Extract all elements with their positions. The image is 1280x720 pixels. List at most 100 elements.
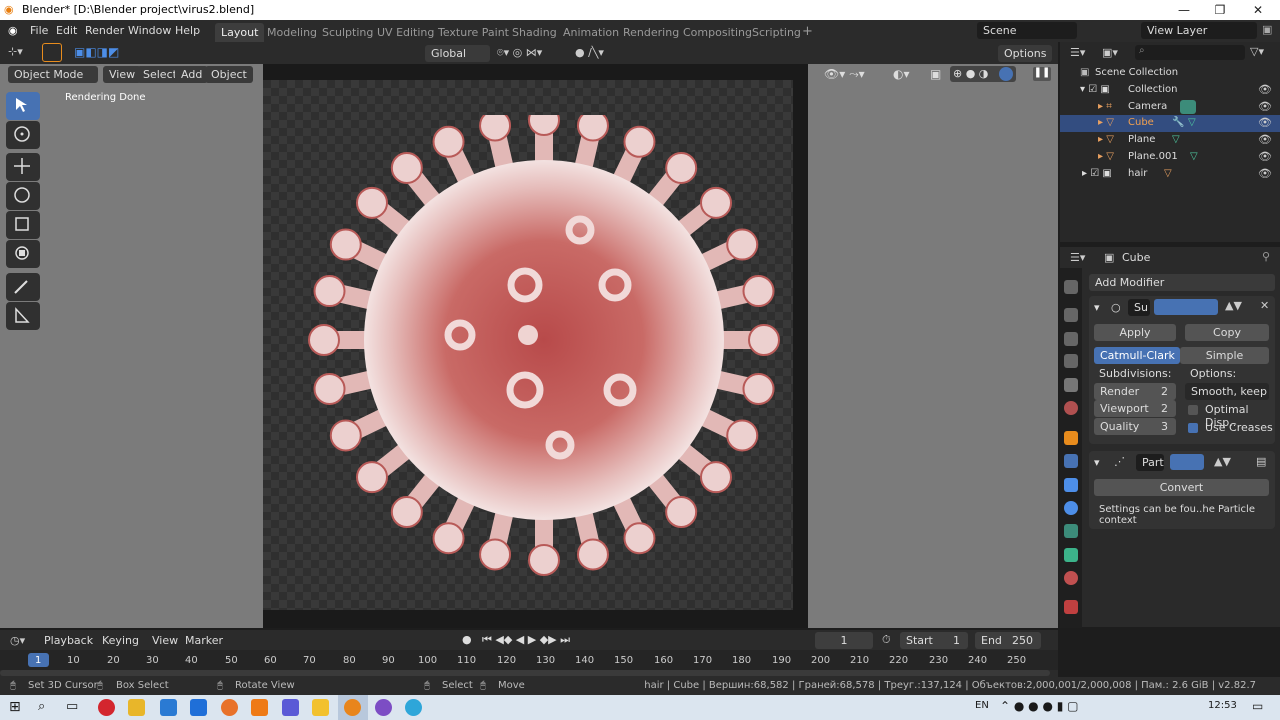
menu-file[interactable]: File xyxy=(30,24,48,37)
tab-layout[interactable]: Layout xyxy=(215,23,265,42)
simple-button[interactable]: Simple xyxy=(1180,347,1269,364)
render-tab-icon[interactable] xyxy=(1064,308,1078,322)
timeline-editor-icon[interactable]: ◷▾ xyxy=(10,634,25,647)
outliner-item-plane[interactable]: ▸ ▽ Plane ▽ 👁 xyxy=(1060,132,1280,149)
add-workspace-icon[interactable]: + xyxy=(802,24,813,39)
modifier-name-field[interactable]: Su xyxy=(1128,299,1150,316)
move-up-down-icons[interactable]: ▲▼ xyxy=(1225,299,1242,312)
output-tab-icon[interactable] xyxy=(1064,332,1078,346)
pivot-icons[interactable]: ⌾▾ ◎ ⋈▾ xyxy=(497,46,542,60)
particles-tab-icon[interactable] xyxy=(1064,478,1078,492)
firefox-icon[interactable] xyxy=(221,699,238,716)
view-layer-tab-icon[interactable] xyxy=(1064,354,1078,368)
xray-icon[interactable]: ▣ xyxy=(930,67,941,81)
windows-start-icon[interactable]: ⊞ xyxy=(9,699,21,715)
tab-uv-editing[interactable]: UV Editing xyxy=(371,23,440,42)
world-tab-icon[interactable] xyxy=(1064,401,1078,415)
eye-icon[interactable]: 👁 xyxy=(1258,133,1272,146)
move-tool[interactable] xyxy=(6,153,40,181)
outliner-item-collection[interactable]: ▾ ☑ ▣ Collection 👁 xyxy=(1060,82,1280,99)
eye-icon[interactable]: 👁 xyxy=(1258,116,1272,129)
telegram-icon[interactable] xyxy=(405,699,422,716)
viewport-menu-add[interactable]: Add xyxy=(175,66,209,83)
viewport-levels-field[interactable]: Viewport 2 xyxy=(1094,400,1176,417)
store-icon[interactable] xyxy=(160,699,177,716)
timeline-menu-keying[interactable]: Keying xyxy=(102,634,139,647)
search-icon[interactable]: ⌕ xyxy=(38,699,45,714)
view-layer-remove-icon[interactable]: ▣ xyxy=(1262,23,1272,36)
shading-mode-icons[interactable]: ⊕ ● ◑ xyxy=(953,67,988,80)
tab-shading[interactable]: Shading xyxy=(506,23,563,42)
texture-tab-icon[interactable] xyxy=(1064,600,1078,614)
menu-window[interactable]: Window xyxy=(128,24,171,37)
select-mode-icons[interactable]: ▣◧◨◩ xyxy=(74,45,119,59)
mail-icon[interactable] xyxy=(190,699,207,716)
file-explorer-icon[interactable] xyxy=(128,699,145,716)
annotate-tool[interactable] xyxy=(6,273,40,301)
rotate-tool[interactable] xyxy=(6,182,40,210)
select-tool-icon[interactable] xyxy=(42,43,62,62)
menu-render[interactable]: Render xyxy=(85,24,124,37)
close-button[interactable]: ✕ xyxy=(1240,0,1276,20)
menu-edit[interactable]: Edit xyxy=(56,24,77,37)
opera-icon[interactable] xyxy=(98,699,115,716)
tab-rendering[interactable]: Rendering xyxy=(617,23,685,42)
filter-icon[interactable]: ▽▾ xyxy=(1250,45,1264,58)
data-tab-icon[interactable] xyxy=(1064,548,1078,562)
collapse-icon[interactable]: ▾ xyxy=(1094,456,1100,469)
scale-tool[interactable] xyxy=(6,211,40,239)
pause-render-icon[interactable]: ❚❚ xyxy=(1033,67,1051,81)
modifier-visibility-toggles[interactable] xyxy=(1154,299,1218,315)
modifier-tab-icon[interactable] xyxy=(1064,454,1078,468)
outliner-search-input[interactable]: ⌕ xyxy=(1135,45,1245,60)
task-view-icon[interactable]: ▭ xyxy=(66,699,78,714)
tab-modeling[interactable]: Modeling xyxy=(261,23,323,42)
add-modifier-dropdown[interactable]: Add Modifier xyxy=(1089,274,1275,291)
proportional-edit-icons[interactable]: ● ∕╲▾ xyxy=(575,46,604,59)
record-icon[interactable]: ● xyxy=(462,633,472,646)
menu-help[interactable]: Help xyxy=(175,24,200,37)
orientation-dropdown[interactable]: Global xyxy=(425,45,490,62)
tab-animation[interactable]: Animation xyxy=(557,23,625,42)
object-tab-icon[interactable] xyxy=(1064,431,1078,445)
minimize-button[interactable]: — xyxy=(1166,0,1202,20)
playback-controls[interactable]: ⏮ ◀◆ ◀ ▶ ◆▶ ⏭ xyxy=(482,633,570,647)
copy-button[interactable]: Copy xyxy=(1185,324,1269,341)
viber-icon[interactable] xyxy=(375,699,392,716)
viewport-visibility-icons[interactable]: 👁▾ ⤳▾ xyxy=(824,67,865,82)
notifications-icon[interactable]: ▭ xyxy=(1252,699,1263,713)
catmull-clark-button[interactable]: Catmull-Clark xyxy=(1094,347,1180,364)
tab-scripting[interactable]: Scripting xyxy=(746,23,807,42)
tool-tab-icon[interactable] xyxy=(1064,280,1078,294)
timeline-menu-marker[interactable]: Marker xyxy=(185,634,223,647)
outliner-display-icon[interactable]: ▣▾ xyxy=(1102,46,1118,59)
outliner-item-plane-001[interactable]: ▸ ▽ Plane.001 ▽ 👁 xyxy=(1060,149,1280,166)
physics-tab-icon[interactable] xyxy=(1064,501,1078,515)
outliner-item-camera[interactable]: ▸ ⌗ Camera 👁 xyxy=(1060,99,1280,116)
stopwatch-icon[interactable]: ⏱ xyxy=(882,633,891,647)
eye-icon[interactable]: 👁 xyxy=(1258,83,1272,96)
timeline-menu-playback[interactable]: Playback xyxy=(44,634,93,647)
cursor-tool[interactable] xyxy=(6,121,40,149)
eye-icon[interactable]: 👁 xyxy=(1258,100,1272,113)
scene-tab-icon[interactable] xyxy=(1064,378,1078,392)
viewport-menu-view[interactable]: View xyxy=(103,66,142,83)
quality-field[interactable]: Quality 3 xyxy=(1094,418,1176,435)
tab-sculpting[interactable]: Sculpting xyxy=(316,23,379,42)
options-dropdown[interactable]: Options xyxy=(998,45,1052,62)
constraints-tab-icon[interactable] xyxy=(1064,524,1078,538)
editor-type-icon[interactable]: ⊹▾ xyxy=(8,45,23,58)
object-mode-dropdown[interactable]: Object Mode xyxy=(8,66,98,83)
modifier-extras-icon[interactable]: ▤ xyxy=(1256,455,1266,468)
tray-icons[interactable]: ⌃ ● ● ● ▮ ▢ xyxy=(1000,699,1078,713)
pin-icon[interactable]: ⚲ xyxy=(1262,250,1270,263)
particle-visibility-toggles[interactable] xyxy=(1170,454,1204,470)
use-creases-checkbox[interactable] xyxy=(1188,423,1198,433)
view-layer-selector[interactable]: View Layer xyxy=(1141,22,1257,39)
app-icon[interactable] xyxy=(251,699,268,716)
measure-tool[interactable] xyxy=(6,302,40,330)
remove-modifier-icon[interactable]: ✕ xyxy=(1260,299,1269,312)
select-box-tool[interactable] xyxy=(6,92,40,120)
language-indicator[interactable]: EN xyxy=(975,700,989,711)
move-up-down-icons[interactable]: ▲▼ xyxy=(1214,455,1231,468)
